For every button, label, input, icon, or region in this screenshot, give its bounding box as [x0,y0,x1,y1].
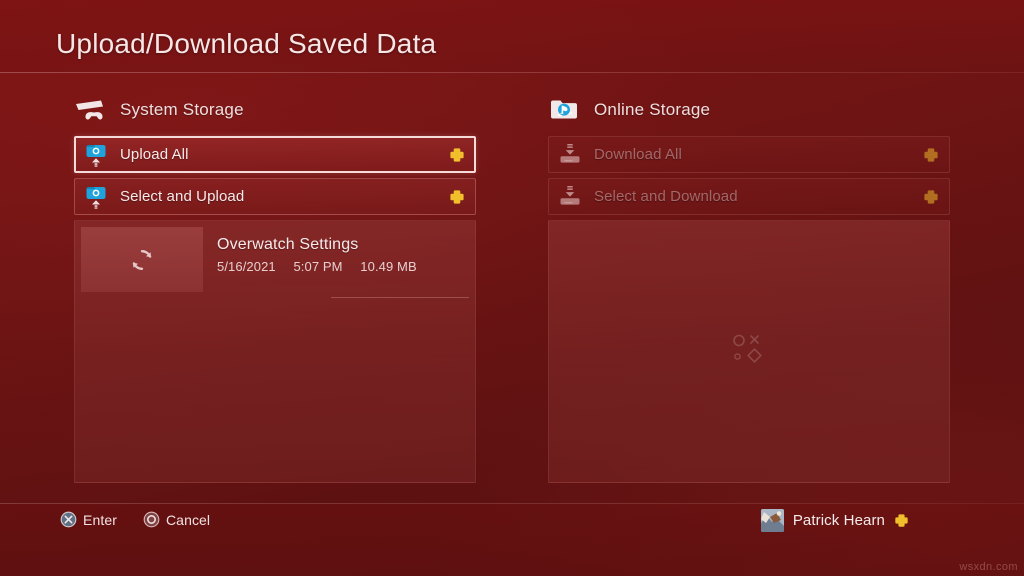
select-and-download-label: Select and Download [594,188,738,205]
playstation-face-buttons-icon [729,331,769,372]
online-storage-folder-icon [548,97,580,123]
system-storage-header: System Storage [74,94,476,126]
ps-plus-icon [449,147,465,163]
save-item-info: Overwatch Settings 5/16/2021 5:07 PM 10.… [203,227,475,298]
cross-button-icon [60,511,77,528]
save-item-size: 10.49 MB [360,259,417,274]
upload-to-cloud-icon [84,143,108,167]
list-item-divider [331,297,469,298]
save-item-title: Overwatch Settings [217,236,359,253]
online-storage-save-list[interactable] [548,220,950,483]
select-and-download-button[interactable]: Select and Download [548,178,950,215]
button-hints: Enter Cancel [60,511,236,528]
select-and-upload-label: Select and Upload [120,188,245,205]
ps4-console-icon [74,97,106,123]
user-name: Patrick Hearn [792,512,885,529]
list-item[interactable]: Overwatch Settings 5/16/2021 5:07 PM 10.… [75,221,475,298]
user-profile[interactable]: Patrick Hearn [760,509,909,532]
upload-all-button[interactable]: Upload All [74,136,476,173]
header-bar: Upload/Download Saved Data [0,0,1024,73]
hint-cancel: Cancel [143,511,210,528]
ps-plus-icon [923,189,939,205]
ps-plus-icon [923,147,939,163]
hint-enter-label: Enter [83,511,117,528]
sync-icon [132,249,152,270]
upload-all-label: Upload All [120,146,189,163]
system-storage-save-list[interactable]: Overwatch Settings 5/16/2021 5:07 PM 10.… [74,220,476,483]
online-storage-label: Online Storage [594,100,711,119]
upload-to-cloud-icon [84,185,108,209]
site-watermark: wsxdn.com [959,561,1018,573]
download-all-label: Download All [594,146,682,163]
hint-cancel-label: Cancel [165,511,211,528]
download-all-button[interactable]: Download All [548,136,950,173]
save-item-meta: 5/16/2021 5:07 PM 10.49 MB [217,259,475,274]
ps4-saved-data-screen: Upload/Download Saved Data System Storag… [0,0,1024,576]
save-item-time: 5:07 PM [293,259,343,274]
footer-bar: Enter Cancel Patrick Hearn wsxdn.com [0,504,1024,576]
online-storage-column: Online Storage Download All Select and D… [548,94,950,483]
ps-plus-icon [449,189,465,205]
page-title: Upload/Download Saved Data [56,28,437,59]
ps-plus-icon [894,513,909,528]
hint-enter: Enter [60,511,117,528]
download-from-cloud-icon [558,143,582,167]
circle-button-icon [143,511,160,528]
save-item-date: 5/16/2021 [217,259,276,274]
save-thumbnail [81,227,203,292]
online-storage-header: Online Storage [548,94,950,126]
system-storage-label: System Storage [120,100,244,119]
avatar[interactable] [760,509,784,532]
download-from-cloud-icon [558,185,582,209]
system-storage-column: System Storage Upload All Select and Upl… [74,94,476,483]
select-and-upload-button[interactable]: Select and Upload [74,178,476,215]
